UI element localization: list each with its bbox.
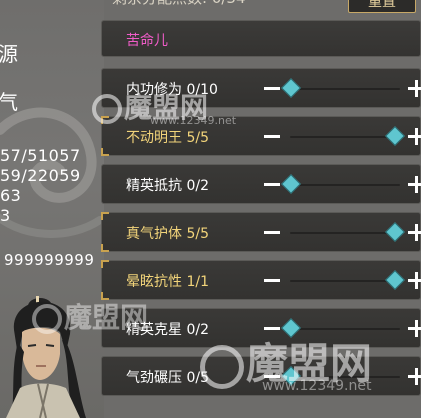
decrease-button[interactable] — [262, 269, 284, 291]
skill-row: 真气护体 5/5 — [101, 212, 421, 252]
stat-4: 3 — [0, 206, 11, 225]
skill-label: 真气护体 5/5 — [126, 226, 209, 242]
skill-panel: 苦命儿 内功修为 0/10 不动明王 5/5 精英抵抗 0/2 真气护体 5/5 晕眩抗… — [101, 20, 421, 418]
skill-slider-knob[interactable] — [281, 78, 301, 98]
skill-row: 晕眩抗性 1/1 — [101, 260, 421, 300]
increase-button[interactable] — [406, 365, 421, 387]
row-highlight-corner — [101, 260, 109, 300]
skill-label: 晕眩抗性 1/1 — [126, 274, 209, 290]
skill-row: 不动明王 5/5 — [101, 116, 421, 156]
increase-button[interactable] — [406, 221, 421, 243]
stat-gold: 999999999 — [4, 251, 95, 269]
skill-slider-track[interactable] — [290, 328, 400, 330]
increase-button[interactable] — [406, 269, 421, 291]
skill-label: 气劲碾压 0/5 — [126, 370, 209, 386]
decrease-button[interactable] — [262, 125, 284, 147]
skill-label: 精英克星 0/2 — [126, 322, 209, 338]
skill-slider-knob[interactable] — [385, 126, 405, 146]
increase-button[interactable] — [406, 77, 421, 99]
remaining-points-label: 剩余分配点数: 0/34 — [112, 0, 246, 8]
skill-slider-knob[interactable] — [385, 270, 405, 290]
skill-slider-knob[interactable] — [281, 318, 301, 338]
left-glyph-qi: 气 — [0, 90, 19, 114]
character-name-row: 苦命儿 — [101, 20, 421, 57]
row-highlight-corner — [101, 116, 109, 156]
skill-slider-track[interactable] — [290, 184, 400, 186]
skill-slider-track[interactable] — [290, 136, 400, 138]
skill-row: 气劲碾压 0/5 — [101, 356, 421, 396]
skill-slider-track[interactable] — [290, 232, 400, 234]
decrease-button[interactable] — [262, 221, 284, 243]
skill-slider-knob[interactable] — [385, 222, 405, 242]
skill-label: 不动明王 5/5 — [126, 130, 209, 146]
skill-label: 内功修为 0/10 — [126, 82, 218, 98]
left-glyph-top: 源 — [0, 42, 19, 66]
skill-row: 精英克星 0/2 — [101, 308, 421, 348]
skill-slider-track[interactable] — [290, 88, 400, 90]
skill-slider-track[interactable] — [290, 280, 400, 282]
increase-button[interactable] — [406, 173, 421, 195]
skill-slider-knob[interactable] — [281, 174, 301, 194]
stat-mp: 59/22059 — [0, 166, 81, 185]
character-panel: 源 气 57/51057 59/22059 63 3 999999999 — [0, 0, 104, 418]
stat-3: 63 — [0, 186, 22, 205]
skill-slider-knob[interactable] — [281, 366, 301, 386]
skill-slider-track[interactable] — [290, 376, 400, 378]
increase-button[interactable] — [406, 317, 421, 339]
row-highlight-corner — [101, 212, 109, 252]
skill-row: 内功修为 0/10 — [101, 68, 421, 108]
stat-hp: 57/51057 — [0, 146, 81, 165]
character-portrait — [6, 296, 86, 418]
skill-label: 精英抵抗 0/2 — [126, 178, 209, 194]
reset-button[interactable]: 重置 — [348, 0, 416, 13]
skill-row: 精英抵抗 0/2 — [101, 164, 421, 204]
character-name: 苦命儿 — [126, 33, 168, 49]
increase-button[interactable] — [406, 125, 421, 147]
